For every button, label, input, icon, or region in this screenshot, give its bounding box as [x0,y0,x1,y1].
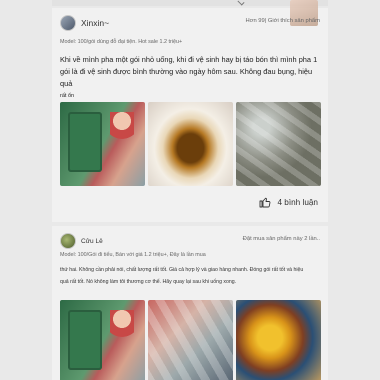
review-photo-honey-jar[interactable] [236,300,321,380]
user-avatar[interactable] [60,15,76,31]
review-text-line: rất ổn [60,93,75,99]
review-text-line: Khi về mình pha một gói nhỏ uống, khi đi… [60,55,318,64]
review-card: Xinxin~ Hơn 99| Giới thích sản phẩm Mode… [52,0,328,222]
thumbs-up-icon[interactable] [259,196,271,208]
review-card: Cửu Lê Đặt mua sản phẩm này 2 lần.. Mode… [52,226,328,380]
review-header: Cửu Lê [60,233,103,249]
review-text: thứ hai. Không cần phải nói, chất lượng … [60,264,322,288]
previous-card-edge [52,0,328,6]
review-photo-tea-bags[interactable] [236,102,321,186]
review-photo-product-pack[interactable] [60,300,145,380]
review-actions: 4 bình luận [259,196,318,208]
review-header: Xinxin~ [60,15,109,31]
comment-count[interactable]: 4 bình luận [277,198,318,207]
product-variant: Model: 100/gói dùng đỗ đại tiện. Hot sal… [60,39,183,45]
review-photo-product-pack[interactable] [60,102,145,186]
username[interactable]: Xinxin~ [81,18,109,28]
review-badge: Đặt mua sản phẩm này 2 lần.. [242,236,320,242]
review-images [60,102,321,186]
review-feed: Xinxin~ Hơn 99| Giới thích sản phẩm Mode… [0,0,380,380]
review-images [60,300,321,380]
username[interactable]: Cửu Lê [81,238,103,245]
review-text-line: quả rất tốt. Nó không làm tôi thương cơ … [60,279,237,285]
review-text-line: gói là đi vệ sinh được bình thường vào n… [60,67,313,88]
review-text-line: thứ hai. Không cần phải nói, chất lượng … [60,267,304,273]
product-variant: Model: 100/Gói đi tiểu, Bán với giá 1.2 … [60,252,206,258]
review-badge: Hơn 99| Giới thích sản phẩm [245,18,320,24]
review-text: Khi về mình pha một gói nhỏ uống, khi đi… [60,54,322,102]
review-photo-tea-cup[interactable] [148,102,233,186]
user-avatar-green[interactable] [60,233,76,249]
review-photo-tea-bags[interactable] [148,300,233,380]
chevron-down-icon[interactable] [237,0,245,6]
